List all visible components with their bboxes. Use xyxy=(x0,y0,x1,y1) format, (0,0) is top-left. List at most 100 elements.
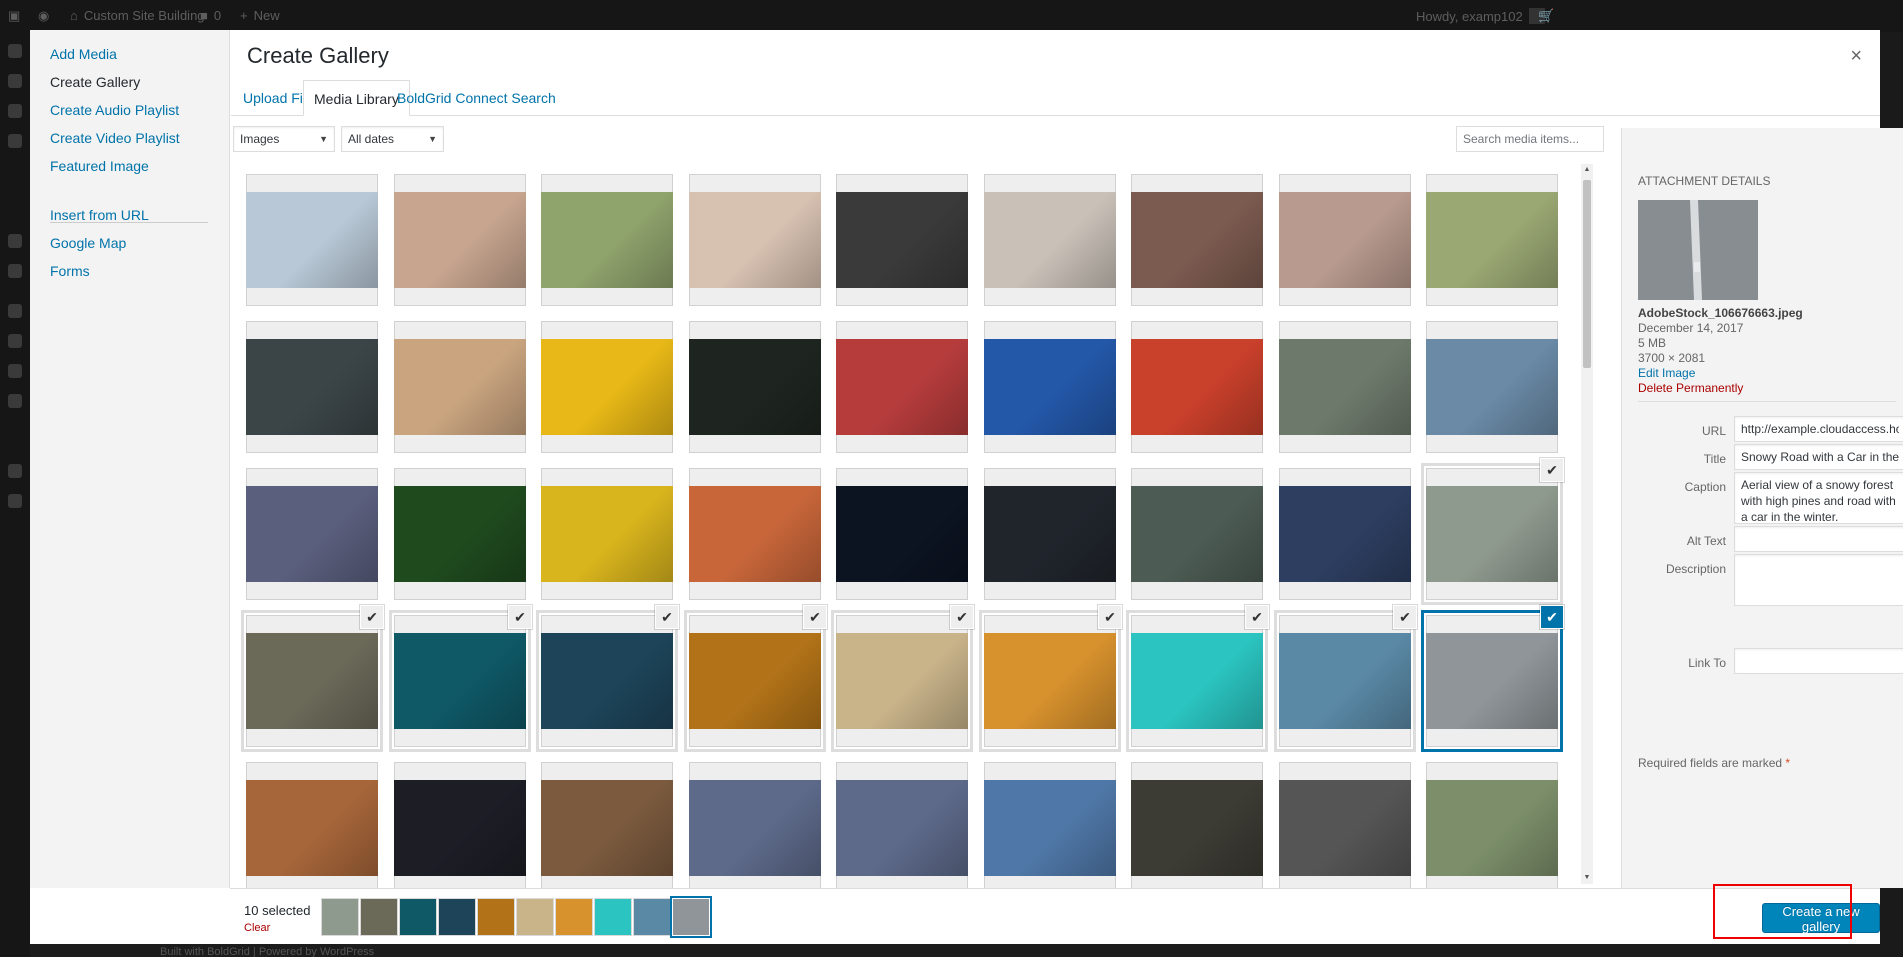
caption-field[interactable]: Aerial view of a snowy forest with high … xyxy=(1734,472,1903,524)
edit-image-link[interactable]: Edit Image xyxy=(1638,366,1695,380)
menu-create-audio-playlist[interactable]: Create Audio Playlist xyxy=(50,102,179,118)
clear-selection-link[interactable]: Clear xyxy=(244,922,270,934)
attachment-thumbnail[interactable] xyxy=(689,321,821,453)
attachment-thumbnail[interactable] xyxy=(246,762,378,888)
alt-text-field[interactable] xyxy=(1734,526,1903,552)
scrollbar-thumb[interactable] xyxy=(1583,180,1591,368)
attachment-thumbnail[interactable] xyxy=(541,321,673,453)
attachment-thumbnail[interactable] xyxy=(389,610,531,752)
dashboard-menu-icon[interactable] xyxy=(8,44,22,58)
attachment-thumbnail[interactable] xyxy=(1274,610,1416,752)
menu-forms[interactable]: Forms xyxy=(50,263,90,279)
delete-permanently-link[interactable]: Delete Permanently xyxy=(1638,381,1743,395)
tools-menu-icon[interactable] xyxy=(8,364,22,378)
selected-thumbnail[interactable] xyxy=(322,899,358,935)
selected-thumbnail[interactable] xyxy=(400,899,436,935)
pages-menu-icon[interactable] xyxy=(8,234,22,248)
selected-thumbnail[interactable] xyxy=(517,899,553,935)
attachment-thumbnail[interactable] xyxy=(1426,174,1558,306)
selected-thumbnail[interactable] xyxy=(556,899,592,935)
attachment-thumbnail[interactable] xyxy=(1426,321,1558,453)
menu-featured-image[interactable]: Featured Image xyxy=(50,158,149,174)
attachment-thumbnail[interactable] xyxy=(1131,762,1263,888)
attachment-thumbnail[interactable] xyxy=(541,468,673,600)
attachment-thumbnail[interactable] xyxy=(689,468,821,600)
selected-thumbnail[interactable] xyxy=(595,899,631,935)
attachment-thumbnail[interactable] xyxy=(979,610,1121,752)
cart-icon[interactable]: 🛒 xyxy=(1538,8,1554,24)
url-field[interactable] xyxy=(1734,416,1903,442)
attachment-thumbnail[interactable] xyxy=(1279,468,1411,600)
attachment-thumbnail[interactable] xyxy=(394,468,526,600)
media-type-filter[interactable]: Images ▼ xyxy=(233,126,335,152)
collapse-menu-icon[interactable] xyxy=(8,494,22,508)
link-to-field[interactable] xyxy=(1734,648,1903,674)
menu-create-video-playlist[interactable]: Create Video Playlist xyxy=(50,130,180,146)
attachment-thumbnail[interactable] xyxy=(394,174,526,306)
attachment-thumbnail[interactable] xyxy=(246,468,378,600)
attachment-thumbnail[interactable] xyxy=(689,174,821,306)
date-filter[interactable]: All dates ▼ xyxy=(341,126,444,152)
checkmark-icon[interactable]: ✔ xyxy=(1540,605,1564,629)
menu-google-map[interactable]: Google Map xyxy=(50,235,126,251)
search-input[interactable] xyxy=(1456,126,1604,152)
attachment-thumbnail[interactable] xyxy=(536,610,678,752)
plugins-menu-icon[interactable] xyxy=(8,74,22,88)
attachment-thumbnail[interactable] xyxy=(394,762,526,888)
selected-thumbnail[interactable] xyxy=(439,899,475,935)
menu-insert-from-url[interactable]: Insert from URL xyxy=(50,207,149,223)
attachment-thumbnail[interactable] xyxy=(836,321,968,453)
attachment-thumbnail[interactable] xyxy=(1279,762,1411,888)
posts-menu-icon[interactable] xyxy=(8,104,22,118)
media-menu-icon[interactable] xyxy=(8,134,22,148)
attachment-thumbnail[interactable] xyxy=(984,174,1116,306)
attachment-thumbnail[interactable] xyxy=(1131,321,1263,453)
description-field[interactable] xyxy=(1734,554,1903,606)
selected-thumbnail[interactable] xyxy=(478,899,514,935)
checkmark-icon[interactable]: ✔ xyxy=(655,605,679,629)
checkmark-icon[interactable]: ✔ xyxy=(1098,605,1122,629)
attachment-thumbnail[interactable] xyxy=(1426,762,1558,888)
attachment-thumbnail[interactable] xyxy=(241,610,383,752)
checkmark-icon[interactable]: ✔ xyxy=(803,605,827,629)
checkmark-icon[interactable]: ✔ xyxy=(950,605,974,629)
attachment-thumbnail[interactable] xyxy=(1131,174,1263,306)
selected-thumbnail[interactable] xyxy=(361,899,397,935)
checkmark-icon[interactable]: ✔ xyxy=(1540,458,1564,482)
attachment-thumbnail[interactable] xyxy=(689,762,821,888)
attachment-thumbnail[interactable] xyxy=(246,174,378,306)
attachment-thumbnail[interactable] xyxy=(1131,468,1263,600)
attachment-thumbnail[interactable] xyxy=(836,762,968,888)
attachment-thumbnail[interactable] xyxy=(984,762,1116,888)
tab-boldgrid-connect-search[interactable]: BoldGrid Connect Search xyxy=(387,80,566,116)
selected-thumbnail[interactable] xyxy=(634,899,670,935)
site-name-link[interactable]: ⌂ Custom Site Building xyxy=(70,8,205,23)
attachment-thumbnail[interactable] xyxy=(984,468,1116,600)
comments-link[interactable]: ■ 0 xyxy=(200,8,221,23)
attachment-thumbnail[interactable] xyxy=(836,174,968,306)
users-menu-icon[interactable] xyxy=(8,334,22,348)
checkmark-icon[interactable]: ✔ xyxy=(1245,605,1269,629)
checkmark-icon[interactable]: ✔ xyxy=(360,605,384,629)
create-new-gallery-button[interactable]: Create a new gallery xyxy=(1762,903,1880,934)
checkmark-icon[interactable]: ✔ xyxy=(508,605,532,629)
menu-create-gallery[interactable]: Create Gallery xyxy=(50,74,140,90)
account-menu[interactable]: Howdy, examp102 xyxy=(1416,8,1545,24)
forms-menu-icon[interactable] xyxy=(8,464,22,478)
attachment-thumbnail[interactable] xyxy=(541,174,673,306)
selected-thumbnail[interactable] xyxy=(673,899,709,935)
attachment-thumbnail[interactable] xyxy=(831,610,973,752)
wordpress-logo-icon[interactable]: ◉ xyxy=(38,8,49,24)
checkmark-icon[interactable]: ✔ xyxy=(1393,605,1417,629)
grid-scrollbar[interactable]: ▲ ▼ xyxy=(1581,164,1593,884)
attachment-thumbnail[interactable] xyxy=(1126,610,1268,752)
scroll-down-icon[interactable]: ▼ xyxy=(1581,872,1593,884)
scroll-up-icon[interactable]: ▲ xyxy=(1581,164,1593,176)
attachment-thumbnail[interactable] xyxy=(836,468,968,600)
attachment-thumbnail[interactable] xyxy=(984,321,1116,453)
close-icon[interactable]: × xyxy=(1850,46,1862,66)
attachment-thumbnail[interactable] xyxy=(1279,174,1411,306)
comments-menu-icon[interactable] xyxy=(8,264,22,278)
attachment-thumbnail[interactable] xyxy=(1279,321,1411,453)
new-content-link[interactable]: + New xyxy=(240,8,280,23)
